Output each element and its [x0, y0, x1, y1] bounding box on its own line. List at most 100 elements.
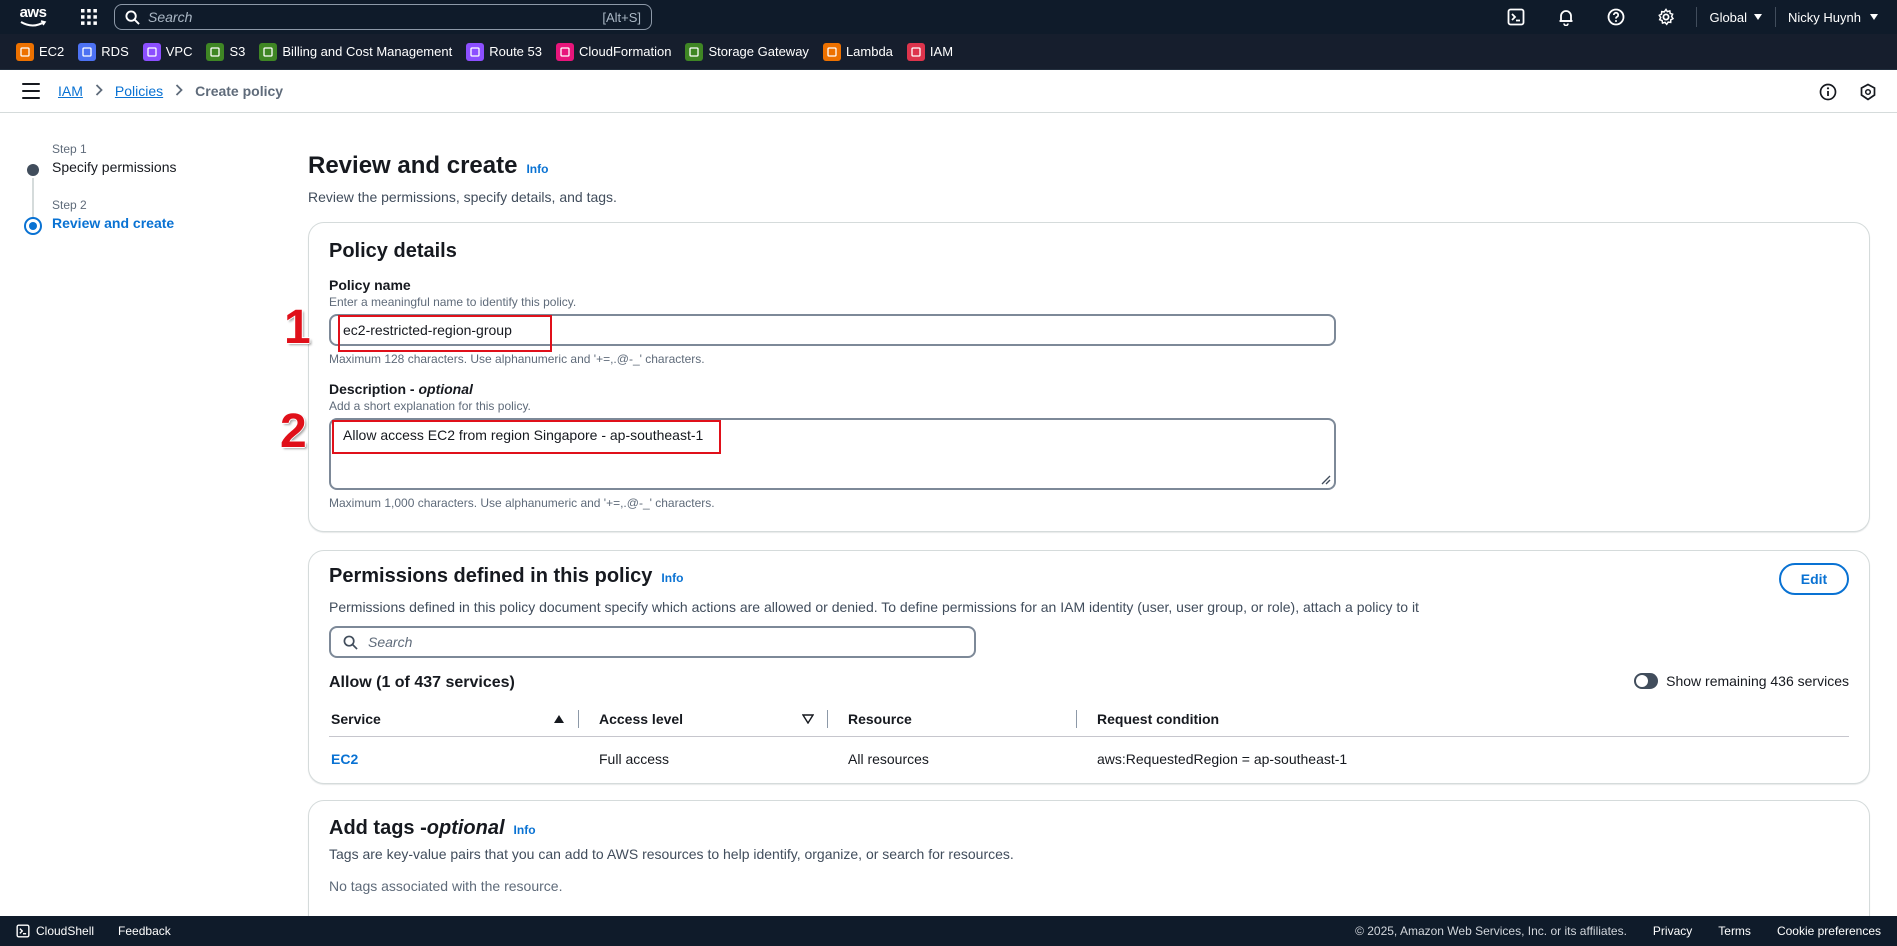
resize-handle-icon[interactable]	[1319, 473, 1331, 485]
step-1[interactable]: Step 1 Specify permissions	[22, 142, 177, 175]
shield-icon	[1860, 83, 1876, 101]
page-title-text: Review and create	[308, 152, 518, 179]
favorite-label: Route 53	[489, 44, 542, 59]
favorite-vpc[interactable]: VPC	[142, 42, 192, 61]
region-selector[interactable]: Global	[1709, 10, 1763, 25]
permissions-description: Permissions defined in this policy docum…	[329, 599, 1419, 615]
cell-resource: All resources	[848, 751, 929, 767]
favorite-s3[interactable]: S3	[206, 42, 246, 61]
description-label: Description - optional	[329, 381, 1336, 397]
aws-logo[interactable]: aws	[16, 4, 50, 30]
account-menu[interactable]: Nicky Huynh	[1788, 10, 1879, 25]
step-1-title: Specify permissions	[52, 159, 177, 175]
cloudshell-label: CloudShell	[36, 924, 95, 938]
cell-service: EC2	[329, 751, 579, 767]
tags-optional: optional	[426, 817, 505, 839]
cloudshell-button[interactable]	[1506, 7, 1526, 27]
services-menu-button[interactable]	[78, 6, 100, 28]
policy-name-constraint: Maximum 128 characters. Use alphanumeric…	[329, 352, 705, 366]
help-button[interactable]	[1606, 7, 1626, 27]
favorite-lambda[interactable]: Lambda	[822, 42, 893, 61]
favorite-route-53[interactable]: Route 53	[466, 42, 542, 61]
terminal-icon	[1508, 8, 1525, 26]
permissions-card: Permissions defined in this policy Info E…	[308, 550, 1870, 784]
region-label: Global	[1709, 9, 1748, 25]
favorites-bar: EC2 RDS VPC S3 Billing and Cost Management Ro…	[0, 34, 1897, 70]
favorite-cloudformation[interactable]: CloudFormation	[555, 42, 671, 61]
utility-icons	[1797, 70, 1877, 113]
service-icon	[16, 42, 34, 61]
favorite-ec2[interactable]: EC2	[16, 42, 65, 61]
menu-toggle-button[interactable]	[22, 83, 40, 99]
permissions-search-input[interactable]: Search	[329, 626, 976, 658]
notifications-button[interactable]	[1556, 7, 1576, 27]
info-icon	[1819, 83, 1837, 100]
terms-link[interactable]: Terms	[1718, 924, 1751, 938]
column-request-condition[interactable]: Request condition	[1077, 701, 1219, 737]
breadcrumb-iam[interactable]: IAM	[58, 83, 83, 99]
search-placeholder: Search	[148, 9, 193, 25]
bell-icon	[1559, 10, 1573, 26]
settings-button[interactable]	[1656, 7, 1676, 27]
favorite-label: Storage Gateway	[708, 44, 809, 59]
table-row: EC2 Full access All resources aws:Reques…	[329, 739, 1849, 779]
policy-name-label: Policy name	[329, 277, 411, 293]
service-icon	[142, 42, 161, 61]
service-icon	[555, 42, 574, 61]
page-title: Review and create Info	[308, 152, 1870, 180]
feedback-link[interactable]: Feedback	[118, 924, 171, 938]
service-link-ec2[interactable]: EC2	[331, 751, 358, 767]
column-condition-label: Request condition	[1097, 710, 1220, 727]
privacy-link[interactable]: Privacy	[1653, 924, 1692, 938]
favorite-label: EC2	[39, 44, 65, 59]
column-service[interactable]: Service	[329, 701, 579, 737]
favorite-label: RDS	[101, 44, 129, 59]
search-shortcut: [Alt+S]	[602, 9, 641, 25]
cell-condition: aws:RequestedRegion = ap-southeast-1	[1097, 751, 1348, 767]
tags-info-link[interactable]: Info	[514, 823, 536, 837]
policy-name-description: Enter a meaningful name to identify this…	[329, 295, 577, 309]
footer: CloudShell Feedback © 2025, Amazon Web S…	[0, 916, 1897, 946]
favorite-rds[interactable]: RDS	[78, 42, 129, 61]
tags-empty: No tags associated with the resource.	[329, 878, 563, 894]
show-remaining-toggle[interactable]: Show remaining 436 services	[1634, 673, 1849, 689]
favorite-label: Lambda	[845, 44, 893, 59]
allow-heading: Allow (1 of 437 services)	[329, 674, 515, 691]
nav-right: Global Nicky Huynh	[1476, 0, 1897, 34]
step-2-label: Step 2	[52, 198, 87, 212]
security-panel-button[interactable]	[1859, 83, 1877, 101]
cookie-preferences-link[interactable]: Cookie preferences	[1777, 924, 1881, 938]
favorite-label: S3	[229, 44, 246, 59]
page-subtitle: Review the permissions, specify details,…	[308, 189, 617, 205]
cloudshell-footer-button[interactable]: CloudShell	[16, 924, 94, 938]
favorite-storage-gateway[interactable]: Storage Gateway	[685, 42, 809, 61]
annotation-box-2	[332, 420, 721, 454]
column-resource[interactable]: Resource	[828, 701, 1077, 737]
column-access-level[interactable]: Access level	[579, 701, 828, 737]
policy-details-card: Policy details Policy name Enter a meani…	[308, 222, 1870, 532]
step-2-title: Review and create	[52, 215, 175, 231]
tags-description: Tags are key-value pairs that you can ad…	[329, 846, 1014, 862]
favorite-iam[interactable]: IAM	[906, 42, 953, 61]
info-panel-button[interactable]	[1819, 83, 1837, 101]
service-icon	[685, 42, 704, 61]
breadcrumb-policies[interactable]: Policies	[115, 83, 163, 99]
optional-tag: optional	[418, 381, 473, 397]
description-label-text: Description -	[329, 381, 419, 397]
step-1-label: Step 1	[52, 142, 87, 156]
permissions-info-link[interactable]: Info	[661, 571, 683, 585]
caret-down-icon	[1754, 14, 1763, 20]
toggle-switch[interactable]	[1634, 673, 1659, 689]
step-2: Step 2 Review and create	[22, 198, 177, 231]
favorite-billing-and-cost-management[interactable]: Billing and Cost Management	[259, 42, 452, 61]
edit-button[interactable]: Edit	[1779, 563, 1849, 595]
service-icon	[906, 42, 925, 61]
tags-heading: Add tags - optional Info	[329, 817, 536, 840]
step-1-indicator	[27, 164, 39, 176]
global-search-input[interactable]: Search [Alt+S]	[114, 4, 652, 30]
info-link[interactable]: Info	[526, 162, 548, 176]
permissions-search-placeholder: Search	[368, 634, 413, 650]
description-help: Add a short explanation for this policy.	[329, 399, 531, 413]
column-access-label: Access level	[599, 710, 684, 727]
help-icon	[1608, 8, 1625, 26]
